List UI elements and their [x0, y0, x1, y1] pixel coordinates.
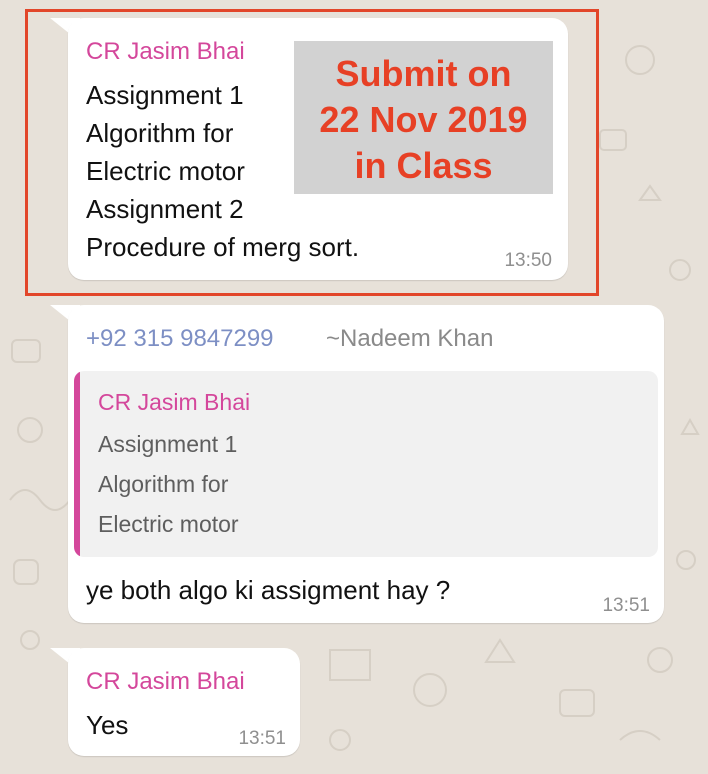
message-text: ye both algo ki assigment hay ?: [86, 575, 451, 605]
quoted-line: Algorithm for: [98, 471, 229, 497]
sender-alias: ~Nadeem Khan: [326, 325, 494, 352]
message-timestamp: 13:51: [238, 728, 286, 749]
message-text: Yes: [86, 710, 129, 740]
quoted-message[interactable]: CR Jasim Bhai Assignment 1 Algorithm for…: [74, 371, 658, 557]
quoted-line: Assignment 1: [98, 431, 238, 457]
sender-phone-number[interactable]: +92 315 9847299: [86, 325, 274, 353]
quote-accent-bar: [74, 371, 80, 557]
quoted-line: Electric motor: [98, 511, 239, 537]
quoted-sender-name: CR Jasim Bhai: [98, 389, 251, 415]
message-bubble-2[interactable]: +92 315 9847299 ~Nadeem Khan CR Jasim Bh…: [68, 305, 664, 623]
sender-name[interactable]: CR Jasim Bhai: [86, 668, 245, 696]
highlight-frame: [25, 9, 599, 296]
message-bubble-3[interactable]: CR Jasim Bhai Yes 13:51: [68, 648, 300, 756]
message-timestamp: 13:51: [602, 595, 650, 616]
